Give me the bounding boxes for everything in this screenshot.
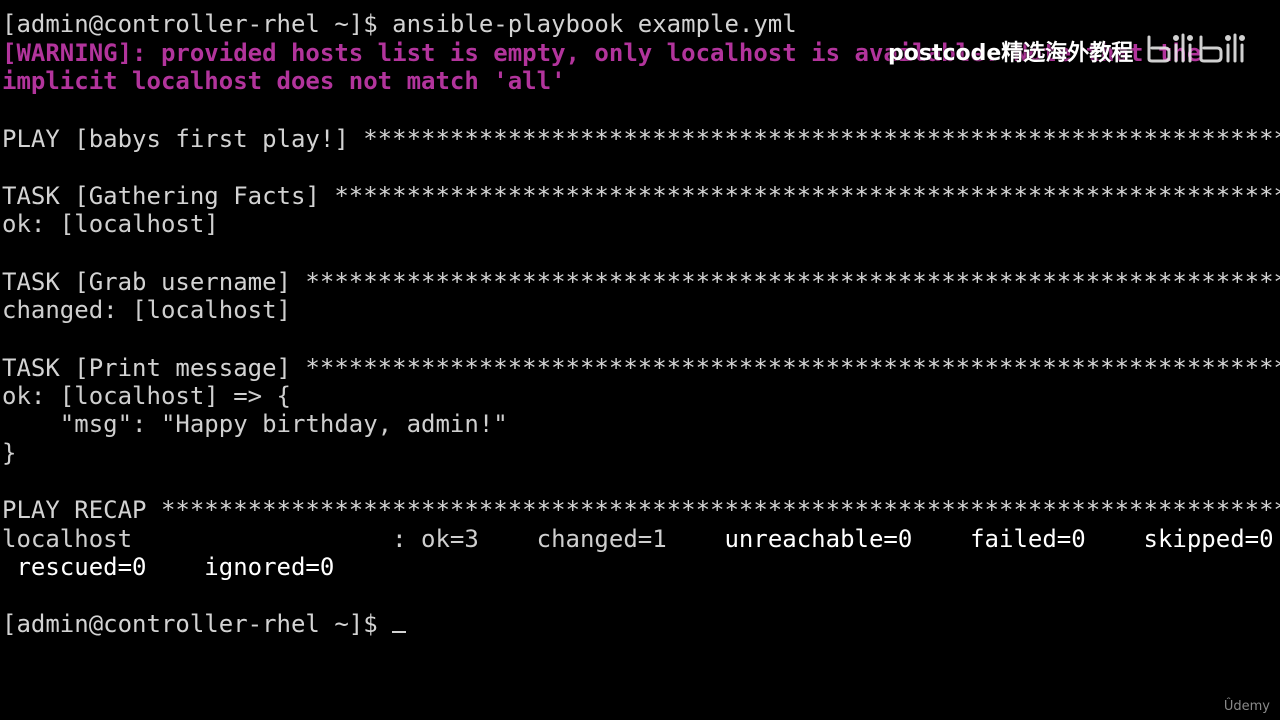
task-result-changed: changed: [localhost] [2,296,291,324]
bilibili-logo-icon [1143,31,1255,71]
task-gathering-facts: TASK [Gathering Facts] *****************… [2,182,1280,210]
text-cursor [392,631,407,633]
recap-row: localhost : ok=3 changed=1 unreachable=0… [2,525,1274,553]
final-prompt-line[interactable]: [admin@controller-rhel ~]$ [2,610,407,638]
command-line: [admin@controller-rhel ~]$ ansible-playb… [2,10,797,38]
recap-ok: ok=3 [421,525,479,553]
recap-row-2: rescued=0 ignored=0 [2,553,335,581]
recap-changed: changed=1 [478,525,667,553]
play-header: PLAY [babys first play!] ***************… [2,125,1280,153]
recap-colon: : [132,525,422,553]
task-result-ok-print: ok: [localhost] => { [2,382,291,410]
message-output: "msg": "Happy birthday, admin!" [2,410,508,438]
watermark-text: postcode精选海外教程 [888,41,1134,66]
watermark: postcode精选海外教程 [888,33,1255,66]
task-grab-username: TASK [Grab username] *******************… [2,268,1280,296]
task-result-ok: ok: [localhost] [2,210,219,238]
recap-host: localhost [2,525,133,553]
recap-rest: unreachable=0 failed=0 skipped=0 [666,525,1274,553]
command-text: [admin@controller-rhel ~]$ ansible-playb… [2,10,797,38]
play-recap-header: PLAY RECAP *****************************… [2,496,1280,524]
task-print-message: TASK [Print message] *******************… [2,354,1280,382]
warning-line-2: implicit localhost does not match 'all' [2,67,566,95]
terminal-window[interactable]: [admin@controller-rhel ~]$ ansible-playb… [0,0,1280,720]
close-brace: } [2,439,17,467]
udemy-brand: Ûdemy [1223,699,1270,714]
final-prompt: [admin@controller-rhel ~]$ [2,610,393,638]
